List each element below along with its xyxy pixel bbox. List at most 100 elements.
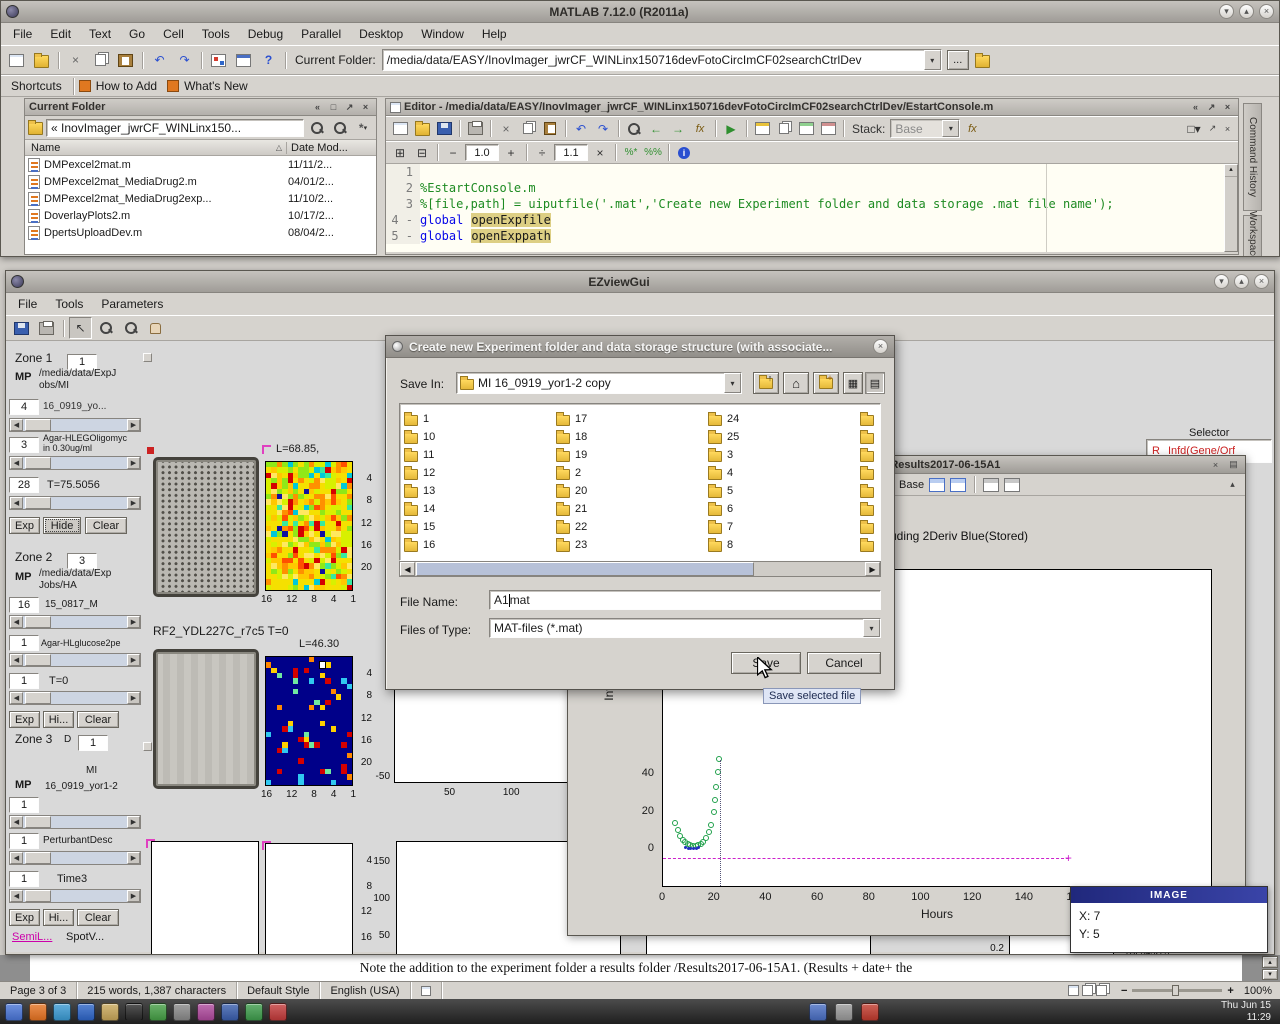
zone3-slider2[interactable]: ◀▶	[9, 851, 141, 865]
code-line[interactable]: 3%[file,path] = uiputfile('.mat','Create…	[386, 196, 1238, 212]
percent-icon[interactable]: %*	[621, 143, 641, 162]
gear-icon[interactable]: *▾	[353, 118, 373, 137]
file-list-header[interactable]: Name △ Date Mod...	[25, 140, 376, 156]
detail-view-icon[interactable]: ▤	[865, 372, 885, 394]
edit-plot-icon[interactable]: ↖	[69, 317, 92, 339]
zone1-field1[interactable]: 4	[9, 399, 39, 415]
editor-scrollbar[interactable]: ▴	[1224, 164, 1238, 252]
taskbar-icon[interactable]	[197, 1003, 215, 1021]
folder-item[interactable]: 18	[556, 428, 708, 446]
scroll-left-icon[interactable]: ◀	[400, 562, 415, 576]
cell-value-2[interactable]: 1.1	[554, 144, 588, 161]
layout-icon[interactable]	[1004, 478, 1020, 492]
heatmap-zone1[interactable]	[265, 461, 353, 591]
file-row[interactable]: DMPexcel2mat_MediaDrug2.m 04/01/2...	[25, 173, 376, 190]
code-line[interactable]: 4 -globalopenExpfile	[386, 212, 1238, 228]
multi-page-view-icon[interactable]	[1082, 985, 1093, 996]
menu-item[interactable]: Edit	[42, 25, 79, 43]
heatmap-zone2[interactable]	[265, 656, 353, 786]
zoom-slider[interactable]: − +	[1121, 985, 1234, 997]
current-folder-panel-header[interactable]: Current Folder « □ ↗ ×	[25, 99, 376, 116]
taskbar-icon[interactable]	[125, 1003, 143, 1021]
zone1-hide-button[interactable]: Hide	[43, 517, 81, 534]
close-icon[interactable]: ×	[1254, 274, 1269, 289]
column-date[interactable]: Date Mod...	[286, 142, 376, 154]
info-icon[interactable]: i	[674, 143, 694, 162]
taskbar-window-button[interactable]	[809, 1003, 827, 1021]
fx-icon[interactable]: fx	[690, 119, 710, 138]
menu-item[interactable]: Go	[121, 25, 153, 43]
guide-icon[interactable]	[232, 49, 255, 71]
scroll-down-icon[interactable]: ▾	[1262, 969, 1278, 981]
zoom-in-icon[interactable]	[94, 317, 117, 339]
search-icon[interactable]	[307, 118, 327, 137]
folder-list[interactable]: 1 10 11 12 13 14 15 16 17 18 19 2 20 21 …	[399, 403, 881, 561]
folder-item[interactable]	[860, 410, 881, 428]
maximize-icon[interactable]: ▴	[1234, 274, 1249, 289]
grid-view-icon[interactable]: ▦	[843, 372, 863, 394]
menu-item[interactable]: Desktop	[351, 25, 411, 43]
folder-item[interactable]: 21	[556, 500, 708, 518]
zone3-count-field[interactable]: 1	[78, 735, 108, 751]
spotview-link[interactable]: SpotV...	[66, 931, 104, 943]
copy-icon[interactable]	[89, 49, 112, 71]
browse-folder-button[interactable]: ...	[947, 50, 969, 70]
folder-item[interactable]	[860, 428, 881, 446]
cell-run-advance-icon[interactable]	[818, 119, 838, 138]
zoom-out-icon[interactable]: −	[1121, 985, 1127, 997]
undock-icon[interactable]: ↗	[1205, 102, 1218, 113]
close-icon[interactable]: ×	[1209, 460, 1222, 470]
status-language[interactable]: English (USA)	[320, 982, 410, 999]
current-folder-combo[interactable]: /media/data/EASY/InovImager_jwrCF_WINLin…	[382, 49, 942, 71]
matlab-titlebar[interactable]: MATLAB 7.12.0 (R2011a) ▾ ▴ ×	[1, 1, 1279, 23]
menu-item[interactable]: Text	[81, 25, 119, 43]
zone1-panel-icon[interactable]	[143, 353, 152, 362]
up-one-level-icon[interactable]: ↑	[753, 372, 779, 394]
zone3-field1[interactable]: 1	[9, 797, 39, 813]
cell-value-1[interactable]: 1.0	[465, 144, 499, 161]
close-file-icon[interactable]: ×	[1221, 124, 1234, 134]
scroll-up-icon[interactable]: ▴	[1225, 165, 1237, 177]
status-page[interactable]: Page 3 of 3	[0, 982, 77, 999]
new-folder-icon[interactable]: +	[813, 372, 839, 394]
cell-insert-icon[interactable]	[752, 119, 772, 138]
folder-item[interactable]: 17	[556, 410, 708, 428]
zone2-slider3[interactable]: ◀▶	[9, 691, 141, 705]
taskbar-icon[interactable]	[149, 1003, 167, 1021]
menu-item[interactable]: Parameters	[93, 295, 171, 313]
taskbar-icon[interactable]	[101, 1003, 119, 1021]
zone1-slider1[interactable]: ◀▶	[9, 418, 141, 432]
undo-icon[interactable]: ↶	[571, 119, 591, 138]
zone3-exp-button[interactable]: Exp	[9, 909, 40, 926]
image-icon[interactable]	[983, 478, 999, 492]
print-icon[interactable]	[35, 317, 58, 339]
folder-item[interactable]: 16	[404, 536, 556, 554]
folder-item[interactable]	[860, 500, 881, 518]
code-line[interactable]: 1	[386, 164, 1238, 180]
zone2-hide-button[interactable]: Hi...	[43, 711, 74, 728]
help-icon[interactable]: ?	[257, 49, 280, 71]
simulink-icon[interactable]	[207, 49, 230, 71]
code-line[interactable]: 2%EstartConsole.m	[386, 180, 1238, 196]
taskbar-window-button[interactable]	[861, 1003, 879, 1021]
menu-lines-icon[interactable]: ▤	[1227, 459, 1240, 470]
folder-item[interactable]: 24	[708, 410, 860, 428]
zone2-field2[interactable]: 1	[9, 635, 39, 651]
folder-crumb[interactable]: « InovImager_jwrCF_WINLinx150...	[46, 119, 304, 137]
open-icon[interactable]	[412, 119, 432, 138]
increase-icon[interactable]: +	[501, 143, 521, 162]
zoom-percent[interactable]: 100%	[1244, 985, 1272, 997]
stack-combo[interactable]: Base ▾	[890, 119, 960, 138]
code-line[interactable]: 5 -globalopenExppath	[386, 228, 1238, 244]
status-style[interactable]: Default Style	[237, 982, 320, 999]
zone2-slider1[interactable]: ◀▶	[9, 615, 141, 629]
save-icon[interactable]	[434, 119, 454, 138]
minimize-icon[interactable]: ▾	[1214, 274, 1229, 289]
folder-item[interactable]: 20	[556, 482, 708, 500]
undock-icon[interactable]: ↗	[343, 102, 356, 113]
menu-item[interactable]: Help	[474, 25, 515, 43]
maximize-icon[interactable]: ▴	[1239, 4, 1254, 19]
editor-header[interactable]: Editor - /media/data/EASY/InovImager_jwr…	[386, 99, 1238, 116]
cut-icon[interactable]: ×	[496, 119, 516, 138]
taskbar-icon[interactable]	[53, 1003, 71, 1021]
